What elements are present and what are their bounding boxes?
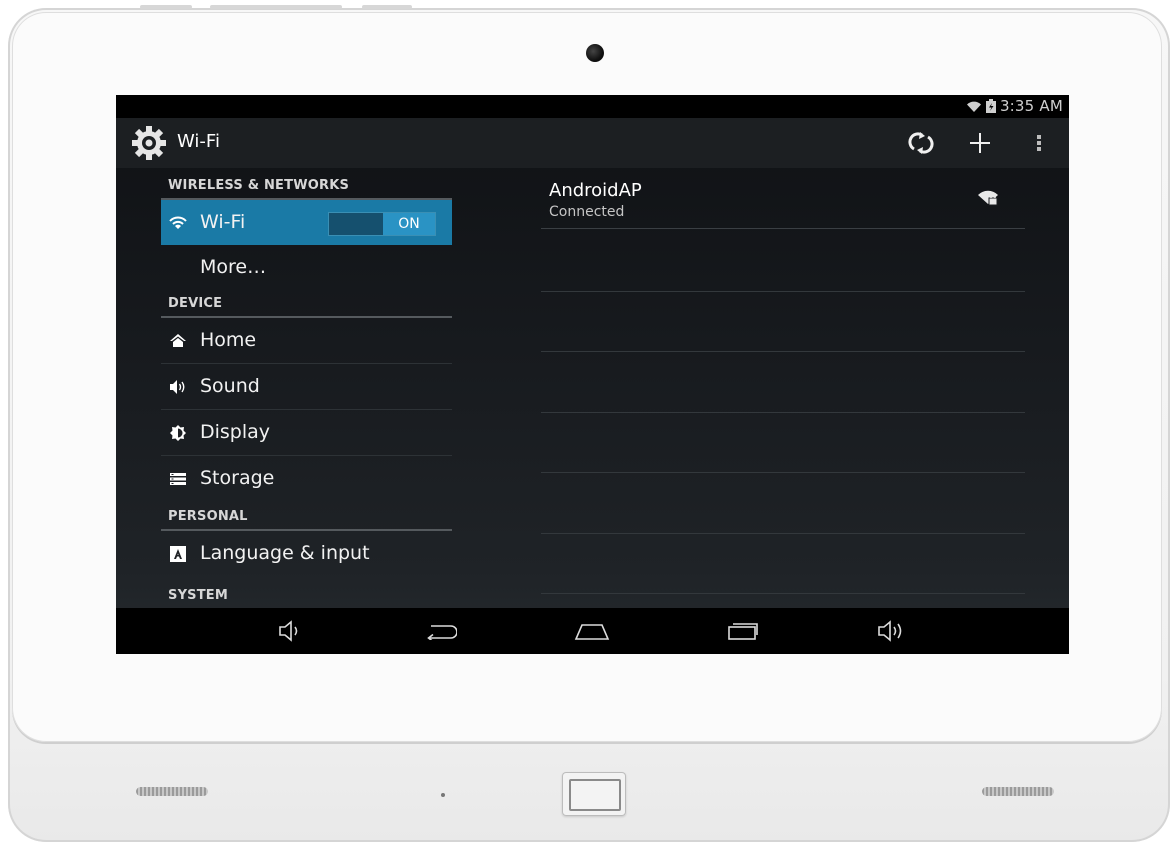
settings-item-label: Wi-Fi [200,211,246,233]
settings-item-label: Language & input [200,542,370,564]
settings-item-home[interactable]: Home [161,318,452,364]
speaker-grille-right [982,787,1054,796]
settings-list: WIRELESS & NETWORKS Wi-Fi ON More… DEVIC… [161,168,452,608]
volume-rocker [210,5,342,9]
action-bar: Wi-Fi [116,118,1069,168]
settings-item-wifi[interactable]: Wi-Fi ON [161,200,452,245]
settings-item-more[interactable]: More… [161,245,452,290]
section-header-wireless: WIRELESS & NETWORKS [161,168,452,200]
page-title: Wi-Fi [177,131,220,152]
front-camera [586,44,604,62]
navigation-bar [116,608,1069,654]
wps-button[interactable] [899,118,943,168]
section-header-device: DEVICE [161,286,452,318]
microphone-hole [441,793,445,797]
settings-item-label: More… [200,256,267,278]
network-ssid: AndroidAP [549,180,642,201]
side-key [362,5,412,9]
wifi-icon [966,101,981,112]
network-row[interactable]: AndroidAP Connected [541,168,1025,229]
section-header-personal: PERSONAL [161,499,452,531]
keyboard-icon [170,546,186,562]
storage-icon [170,473,186,485]
list-divider [541,533,1025,534]
settings-item-display[interactable]: Display [161,410,452,456]
wifi-icon [169,216,187,229]
overflow-menu-icon [1037,135,1041,151]
speaker-grille-left [136,787,208,796]
settings-item-language-input[interactable]: Language & input [161,531,452,576]
add-icon [970,133,990,153]
recent-apps-button[interactable] [713,608,773,654]
status-bar: 3:35 AM [116,95,1069,118]
settings-item-label: Storage [200,467,275,489]
add-network-button[interactable] [958,118,1002,168]
settings-item-label: Display [200,421,271,443]
network-status: Connected [549,204,625,220]
list-divider [541,472,1025,473]
hardware-home-button[interactable] [562,772,626,816]
settings-item-storage[interactable]: Storage [161,456,452,501]
list-divider [541,291,1025,292]
recent-apps-icon [728,623,758,640]
wifi-locked-signal-icon [978,190,998,206]
wifi-toggle-switch[interactable]: ON [328,212,436,236]
settings-item-sound[interactable]: Sound [161,364,452,410]
list-divider [541,593,1025,594]
volume-down-icon [279,620,298,642]
back-button[interactable] [411,608,471,654]
volume-down-button[interactable] [261,608,321,654]
volume-up-icon [878,620,902,642]
overflow-menu-button[interactable] [1019,118,1059,168]
list-divider [541,412,1025,413]
home-icon [574,624,610,640]
status-time: 3:35 AM [999,97,1063,115]
wps-icon [908,132,934,154]
tablet-screen: 3:35 AM Wi-Fi WIRELESS & NETWORKS Wi-Fi … [116,95,1069,654]
brightness-icon [170,425,186,441]
speaker-icon [170,380,185,394]
volume-up-button[interactable] [863,608,923,654]
section-header-system: SYSTEM [168,588,229,603]
settings-item-label: Home [200,329,257,351]
battery-icon [985,99,996,113]
settings-gear-icon[interactable] [130,124,168,162]
wifi-network-list: AndroidAP Connected [541,168,1025,608]
list-divider [541,351,1025,352]
toggle-on-label: ON [383,213,435,235]
power-button [140,5,192,9]
home-icon [170,334,186,347]
back-icon [427,625,457,640]
home-button[interactable] [562,608,622,654]
settings-item-label: Sound [200,375,260,397]
